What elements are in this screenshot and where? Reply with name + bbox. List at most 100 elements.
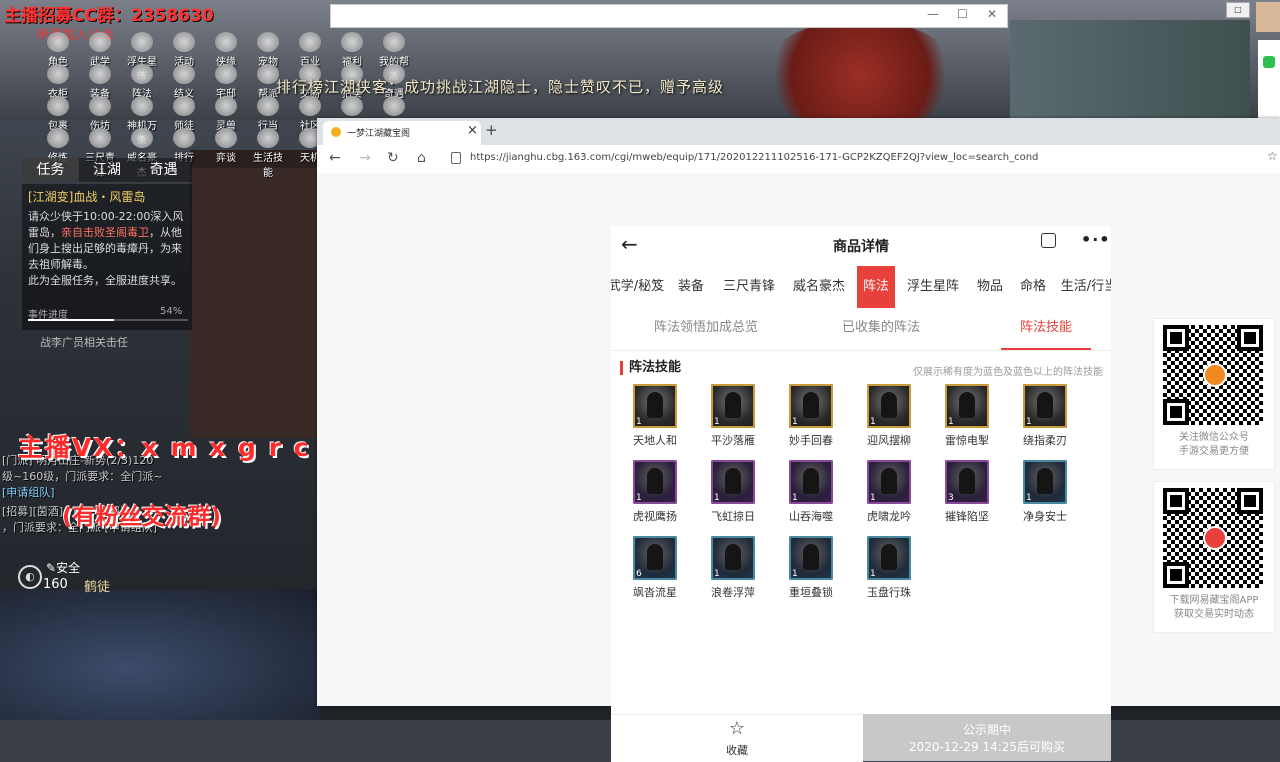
menu-item-icon [89, 32, 111, 52]
skill-card[interactable]: 1 玉盘行珠 [857, 536, 921, 600]
favorite-label: 收藏 [726, 744, 748, 757]
category-tab[interactable]: 装备 [671, 266, 711, 308]
category-tab[interactable]: 阵法 [857, 266, 895, 308]
skill-card[interactable]: 1 净身安士 [1013, 460, 1077, 524]
skill-card[interactable]: 3 摧锋陷坚 [935, 460, 999, 524]
skill-icon: 1 [789, 384, 833, 428]
favorite-button[interactable]: ☆ 收藏 [611, 714, 863, 762]
skill-card[interactable]: 1 重垣叠锁 [779, 536, 843, 600]
sub-tab[interactable]: 已收集的阵法 [831, 308, 931, 348]
category-tab[interactable]: 生活/行当 [1057, 266, 1111, 308]
skill-card[interactable]: 1 迎风摆柳 [857, 384, 921, 448]
skill-icon: 1 [867, 384, 911, 428]
menu-item-icon [47, 64, 69, 84]
task-progress-percent: 54% [160, 306, 183, 317]
category-tab[interactable]: 物品 [971, 266, 1009, 308]
menu-item-label: 弈谈 [216, 153, 236, 164]
skill-name: 平沙落雁 [711, 434, 755, 447]
tab-jianghu[interactable]: 江湖 [78, 158, 136, 182]
url-field[interactable]: https://jianghu.cbg.163.com/cgi/mweb/equ… [470, 152, 1038, 163]
back-icon[interactable]: ← [329, 150, 341, 166]
game-menu-item[interactable]: 阵法 [124, 64, 160, 100]
category-tab[interactable]: 三尺青锋 [717, 266, 781, 308]
skill-figure-icon [959, 392, 975, 418]
category-tab[interactable]: 威名豪杰 [787, 266, 851, 308]
skill-card[interactable]: 1 天地人和 [623, 384, 687, 448]
buy-status-button[interactable]: 公示期中 2020-12-29 14:25后可购买 [863, 714, 1111, 761]
game-menu-item[interactable]: 结义 [166, 64, 202, 100]
skill-card[interactable]: 1 飞虹掠日 [701, 460, 765, 524]
skill-level: 6 [636, 569, 642, 579]
game-menu-item[interactable]: 伤坊 [82, 96, 118, 132]
sub-tab[interactable]: 阵法技能 [1001, 308, 1091, 350]
skill-card[interactable]: 6 飒沓流星 [623, 536, 687, 600]
forward-icon[interactable]: → [359, 150, 371, 166]
mini-window-icon[interactable]: □ [1226, 2, 1250, 18]
new-tab-icon[interactable]: + [485, 121, 498, 139]
side-dock [1258, 40, 1280, 120]
game-menu-item[interactable]: 行当 [250, 96, 286, 132]
browser-tab[interactable]: 一梦江湖藏宝阁 × [323, 121, 481, 145]
menu-item-icon [215, 32, 237, 52]
tab-adventure[interactable]: 奇遇 [135, 158, 193, 182]
game-menu-item[interactable]: 武学 [82, 32, 118, 68]
game-menu-item[interactable]: 包裹 [40, 96, 76, 132]
skill-figure-icon [647, 468, 663, 494]
game-menu-item[interactable]: 角色 [40, 32, 76, 68]
game-menu-item[interactable]: 弈谈 [208, 128, 244, 164]
game-menu-item[interactable]: 灵兽 [208, 96, 244, 132]
sub-tab[interactable]: 阵法领悟加成总览 [641, 308, 771, 348]
skill-icon: 1 [867, 460, 911, 504]
skill-card[interactable]: 1 平沙落雁 [701, 384, 765, 448]
compass-icon[interactable]: ◐ [18, 565, 42, 589]
game-menu-item[interactable]: 侠缘 [208, 32, 244, 68]
skill-level: 1 [792, 417, 798, 427]
category-tab[interactable]: 命格 [1015, 266, 1051, 308]
reload-icon[interactable]: ↻ [387, 150, 399, 166]
skill-card[interactable]: 1 绕指柔刃 [1013, 384, 1077, 448]
skill-figure-icon [959, 468, 975, 494]
skill-card[interactable]: 1 山吞海噬 [779, 460, 843, 524]
more-icon[interactable]: •·• [1081, 230, 1111, 249]
product-page: ← 商品详情 •·• 武学/秘笈 装备 三尺青锋 威名豪杰 阵法 浮生星阵 物品 命格 生活/行… [611, 226, 1111, 761]
skill-icon: 1 [867, 536, 911, 580]
chat-line: 级~160级，门派要求：全门派~ [2, 470, 163, 483]
skill-card[interactable]: 1 妙手回春 [779, 384, 843, 448]
skill-icon: 1 [1023, 460, 1067, 504]
category-tab[interactable]: 武学/秘笈 [611, 266, 665, 308]
close-icon[interactable]: ✕ [987, 7, 997, 21]
skill-card[interactable]: 1 雷惊电掣 [935, 384, 999, 448]
tab-title: 一梦江湖藏宝阁 [347, 129, 411, 139]
skill-icon: 1 [789, 460, 833, 504]
favorite-star-icon[interactable]: ☆ [1267, 149, 1278, 163]
skill-name: 重垣叠锁 [789, 586, 833, 599]
menu-item-label: 生活技能 [253, 153, 283, 179]
menu-item-icon [257, 32, 279, 52]
minimize-icon[interactable]: — [927, 7, 939, 21]
skill-name: 玉盘行珠 [867, 586, 911, 599]
menu-item-icon [173, 32, 195, 52]
tab-close-icon[interactable]: × [467, 123, 478, 138]
game-menu-item[interactable]: 师徒 [166, 96, 202, 132]
game-menu-item[interactable]: 衣柜 [40, 64, 76, 100]
game-menu-item[interactable]: 福利 [334, 32, 370, 68]
wechat-icon[interactable] [1263, 56, 1275, 68]
skill-card[interactable]: 1 虎视鹰扬 [623, 460, 687, 524]
share-icon[interactable] [1041, 233, 1056, 248]
game-building [190, 150, 320, 438]
menu-item-icon [215, 128, 237, 148]
skill-card[interactable]: 1 虎啸龙吟 [857, 460, 921, 524]
game-menu-item[interactable]: 生活技能 [250, 128, 286, 179]
tab-task[interactable]: 任务 [22, 158, 79, 182]
game-menu-item[interactable]: 活动 [166, 32, 202, 68]
skill-name: 迎风摆柳 [867, 434, 911, 447]
category-tab[interactable]: 浮生星阵 [901, 266, 965, 308]
game-menu-item[interactable]: 宠物 [250, 32, 286, 68]
home-icon[interactable]: ⌂ [417, 150, 426, 166]
game-menu-item[interactable]: 装备 [82, 64, 118, 100]
maximize-icon[interactable]: ☐ [957, 7, 968, 21]
skill-card[interactable]: 1 浪卷浮萍 [701, 536, 765, 600]
player-title: 鹤徒 [84, 580, 111, 595]
game-menu-item[interactable]: 百业 [292, 32, 328, 68]
game-menu-item[interactable]: 宅邸 [208, 64, 244, 100]
